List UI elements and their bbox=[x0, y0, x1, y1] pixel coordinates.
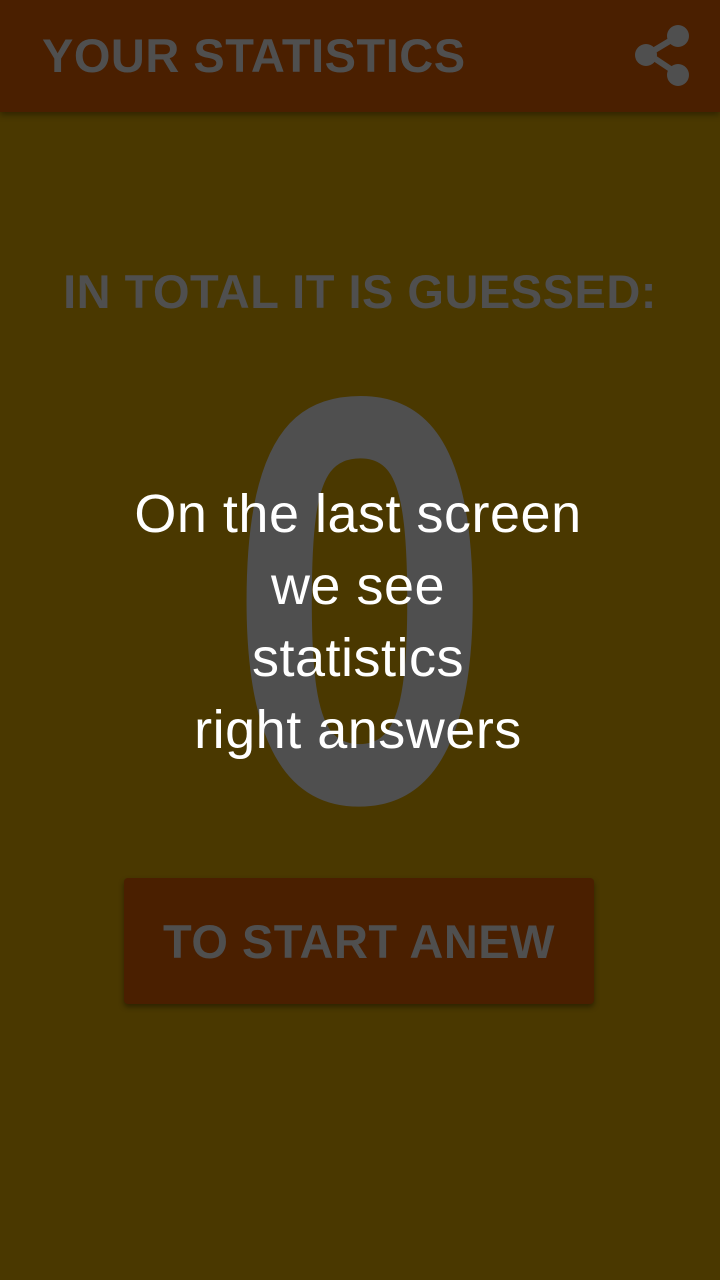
tutorial-overlay-text: On the last screen we see statistics rig… bbox=[0, 478, 716, 766]
app-toolbar: YOUR STATISTICS bbox=[0, 0, 720, 112]
start-anew-button[interactable]: TO START ANEW bbox=[124, 878, 594, 1004]
overlay-line: right answers bbox=[194, 700, 522, 760]
start-anew-label: TO START ANEW bbox=[162, 914, 556, 968]
share-button[interactable] bbox=[628, 20, 700, 92]
toolbar-title: YOUR STATISTICS bbox=[42, 29, 466, 82]
overlay-line: On the last screen bbox=[134, 484, 582, 544]
overlay-line: statistics bbox=[251, 628, 465, 688]
statistics-panel: IN TOTAL IT IS GUESSED: 0 On the last sc… bbox=[0, 112, 720, 1280]
share-icon bbox=[635, 25, 689, 86]
overlay-line: we see bbox=[270, 556, 446, 616]
